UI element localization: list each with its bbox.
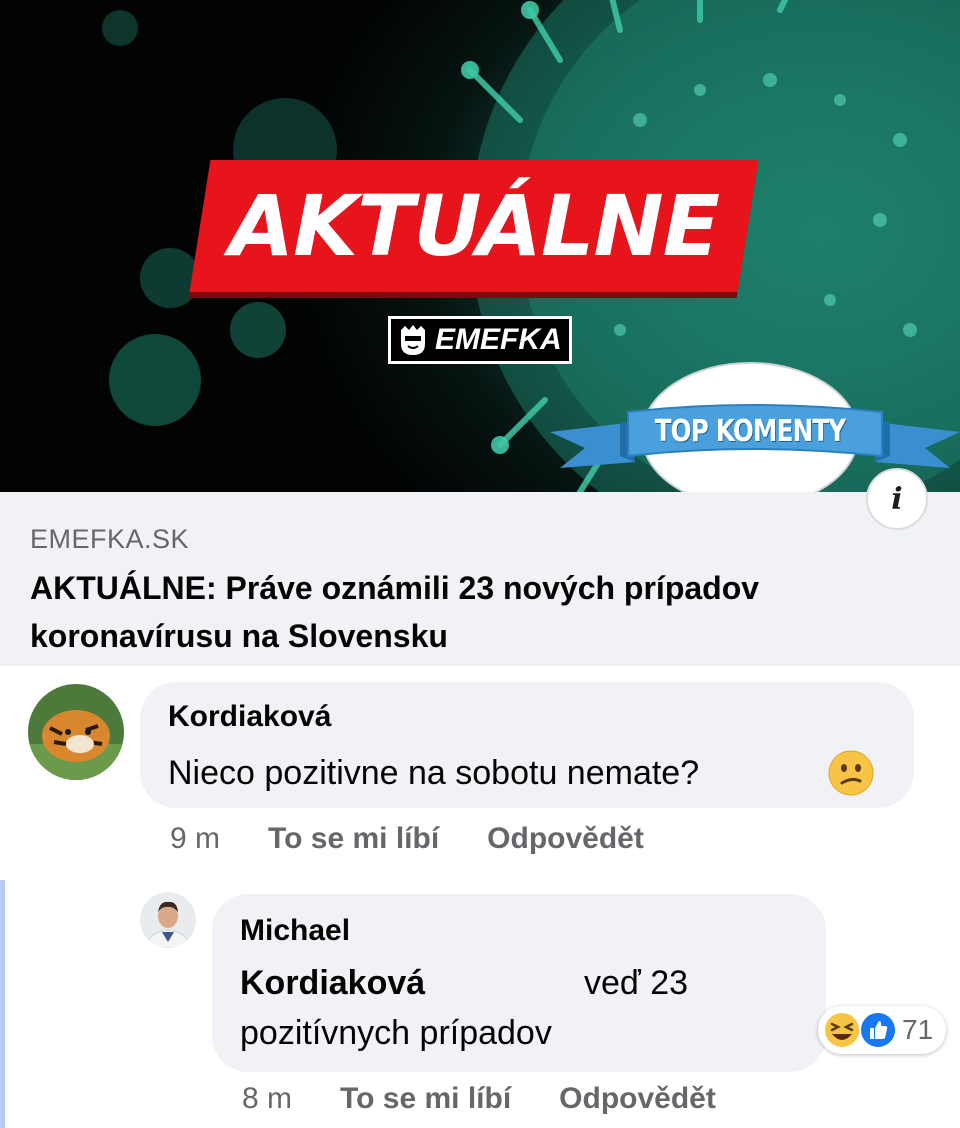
comment-timestamp[interactable]: 9 m <box>170 822 220 856</box>
like-button[interactable]: To se mi líbí <box>268 822 439 856</box>
man-avatar-icon <box>140 892 196 948</box>
emefka-logo: EMEFKA <box>388 316 572 364</box>
reaction-count: 71 <box>902 1014 934 1045</box>
reply-button[interactable]: Odpovědět <box>559 1082 716 1116</box>
comment-text: Nieco pozitivne na sobotu nemate? <box>168 754 700 792</box>
banner-title: AKTUÁLNE <box>228 177 720 275</box>
tiger-avatar-icon <box>28 684 124 780</box>
laughing-emoji-icon <box>823 1011 861 1049</box>
preview-headline[interactable]: AKTUÁLNE: Práve oznámili 23 nových prípa… <box>30 564 930 660</box>
reply-thread-line <box>0 880 5 1128</box>
reply-button[interactable]: Odpovědět <box>487 822 644 856</box>
confused-face-icon <box>828 750 874 796</box>
avatar[interactable] <box>140 892 196 948</box>
reply-actions: 8 m To se mi líbí Odpovědět <box>242 1082 764 1116</box>
reply-author[interactable]: Michael <box>240 914 350 948</box>
comment-author[interactable]: Kordiaková <box>168 700 331 734</box>
reply-text-line1: veď 23 <box>584 964 689 1002</box>
lion-mascot-icon <box>401 325 425 355</box>
like-thumb-icon <box>859 1011 897 1049</box>
reply-text-line2: pozitívnych prípadov <box>240 1014 552 1052</box>
like-button[interactable]: To se mi líbí <box>340 1082 511 1116</box>
top-comments-label: TOP KOMENTY <box>654 414 846 449</box>
reaction-icons <box>823 1011 897 1049</box>
preview-domain: EMEFKA.SK <box>30 524 190 554</box>
info-icon[interactable]: i <box>866 468 928 530</box>
avatar[interactable] <box>28 684 124 780</box>
reply-timestamp[interactable]: 8 m <box>242 1082 292 1116</box>
mentioned-user-link[interactable]: Kordiaková <box>240 964 425 1003</box>
logo-text: EMEFKA <box>435 323 562 356</box>
comment-actions: 9 m To se mi líbí Odpovědět <box>170 822 692 856</box>
